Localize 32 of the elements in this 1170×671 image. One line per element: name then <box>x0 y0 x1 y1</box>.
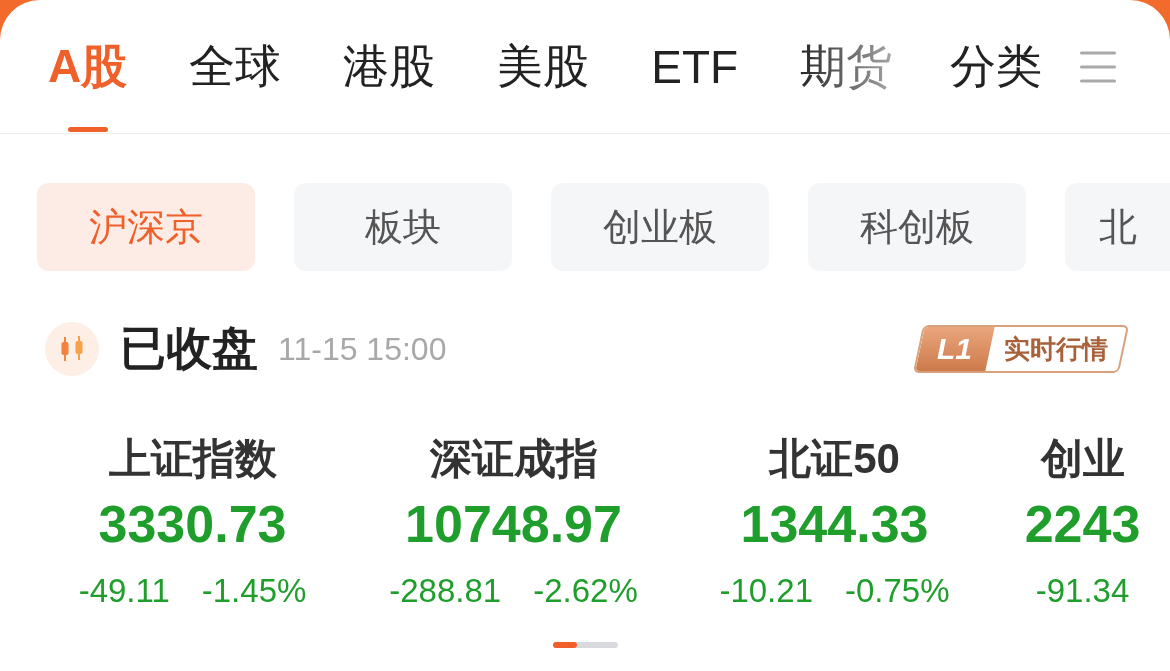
index-name: 创业 <box>1040 434 1125 484</box>
quote-tier-label: L1 <box>915 327 995 371</box>
category-tab[interactable]: 分类 <box>950 0 1042 133</box>
index-change: -288.81 <box>389 571 502 611</box>
page-indicator <box>552 642 618 648</box>
badge-label: 实时行情 <box>1003 332 1109 366</box>
index-name: 北证50 <box>769 434 900 484</box>
index-value: 2243 <box>1024 494 1141 555</box>
index-value: 10748.97 <box>405 494 622 555</box>
index-change: -10.21 <box>719 571 813 611</box>
index-change: -49.11 <box>78 571 170 611</box>
index-change: -91.34 <box>1035 571 1130 611</box>
market-chip[interactable]: 板块 <box>294 183 512 271</box>
index-value: 1344.33 <box>740 494 929 555</box>
market-chip[interactable]: 创业板 <box>551 183 769 271</box>
market-tab[interactable]: 全球 <box>189 0 282 133</box>
index-change-percent: -0.75% <box>845 571 950 611</box>
index-change-percent: -2.62% <box>533 571 638 611</box>
index-value: 3330.73 <box>98 494 287 555</box>
market-status-text: 已收盘 <box>120 321 258 376</box>
index-name: 深证成指 <box>429 434 598 484</box>
market-tab[interactable]: ETF <box>651 0 739 133</box>
market-chip[interactable]: 科创板 <box>808 183 1026 271</box>
menu-icon[interactable] <box>1080 50 1116 83</box>
index-change-percent: -1.45% <box>201 571 307 611</box>
market-tab[interactable]: 美股 <box>497 0 590 133</box>
status-time: 11-15 15:00 <box>278 330 447 368</box>
candlestick-icon <box>45 322 99 376</box>
index-name: 上证指数 <box>108 434 277 484</box>
market-chip[interactable]: 北 <box>1065 183 1170 271</box>
market-tab[interactable]: 港股 <box>343 0 436 133</box>
market-tab[interactable]: 期货 <box>800 0 893 133</box>
